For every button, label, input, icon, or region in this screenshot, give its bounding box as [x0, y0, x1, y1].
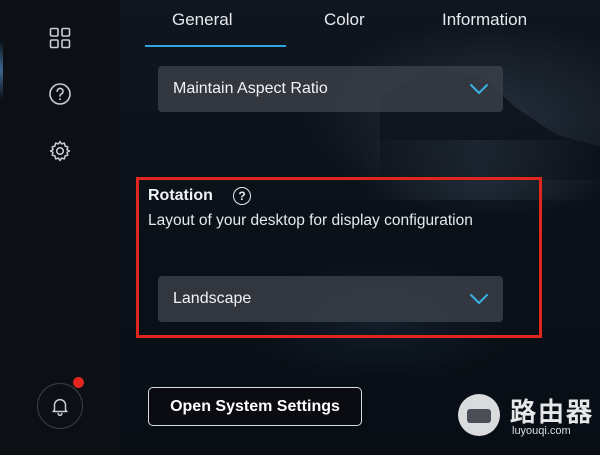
rotation-description: Layout of your desktop for display confi…: [148, 212, 473, 229]
bell-icon: [52, 398, 68, 417]
display-settings-panel: General Color Information Maintain Aspec…: [120, 0, 600, 455]
grid-icon: [49, 27, 71, 49]
sidebar: [0, 0, 120, 455]
watermark-logo-icon: [458, 394, 500, 436]
help-icon: [49, 83, 71, 105]
tab-information[interactable]: Information: [442, 10, 527, 30]
scaling-dropdown[interactable]: Maintain Aspect Ratio: [158, 66, 503, 112]
tab-color[interactable]: Color: [324, 10, 365, 30]
watermark-text-en: luyouqi.com: [512, 425, 571, 437]
notifications-button[interactable]: [37, 383, 83, 429]
rotation-help-icon[interactable]: ?: [233, 187, 251, 205]
sidebar-help-button[interactable]: [44, 78, 76, 110]
chevron-down-icon: [470, 294, 488, 304]
chevron-down-icon: [470, 84, 488, 94]
notification-badge: [73, 377, 84, 388]
sidebar-home-button[interactable]: [44, 22, 76, 54]
watermark: 路由器 luyouqi.com: [458, 392, 598, 442]
active-tab-indicator: [145, 45, 286, 47]
rotation-title: Rotation: [148, 187, 213, 204]
tab-bar: General Color Information: [132, 0, 600, 48]
scaling-value: Maintain Aspect Ratio: [173, 80, 328, 97]
rotation-dropdown[interactable]: Landscape: [158, 276, 503, 322]
watermark-text-cn: 路由器: [510, 398, 595, 428]
open-system-settings-button[interactable]: Open System Settings: [148, 387, 362, 426]
gear-icon: [49, 140, 71, 162]
tab-general[interactable]: General: [172, 10, 232, 30]
sidebar-edge-glow: [0, 40, 3, 100]
sidebar-settings-button[interactable]: [44, 135, 76, 167]
rotation-value: Landscape: [173, 290, 252, 307]
